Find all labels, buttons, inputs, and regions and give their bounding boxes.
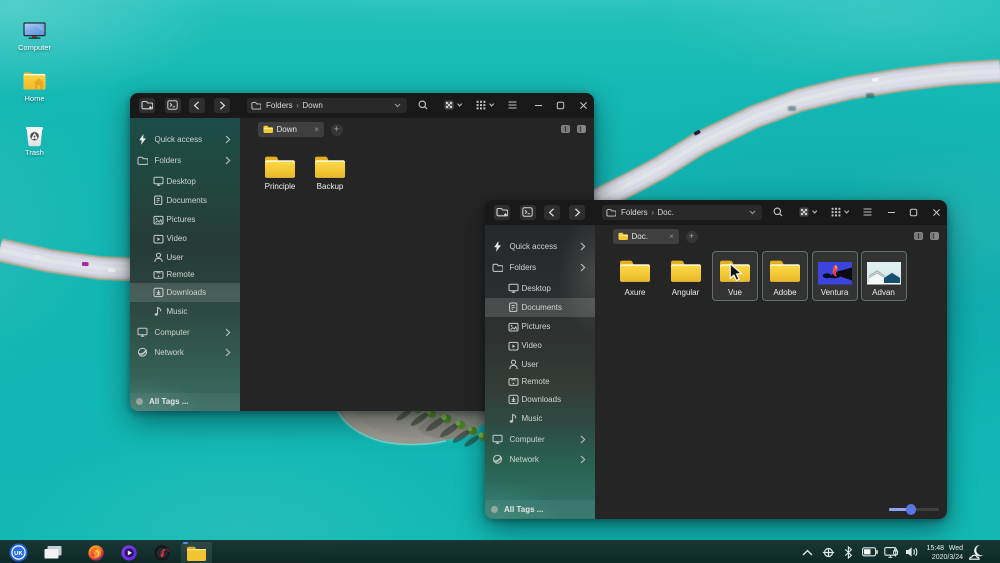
svg-text:UK: UK: [14, 551, 23, 557]
